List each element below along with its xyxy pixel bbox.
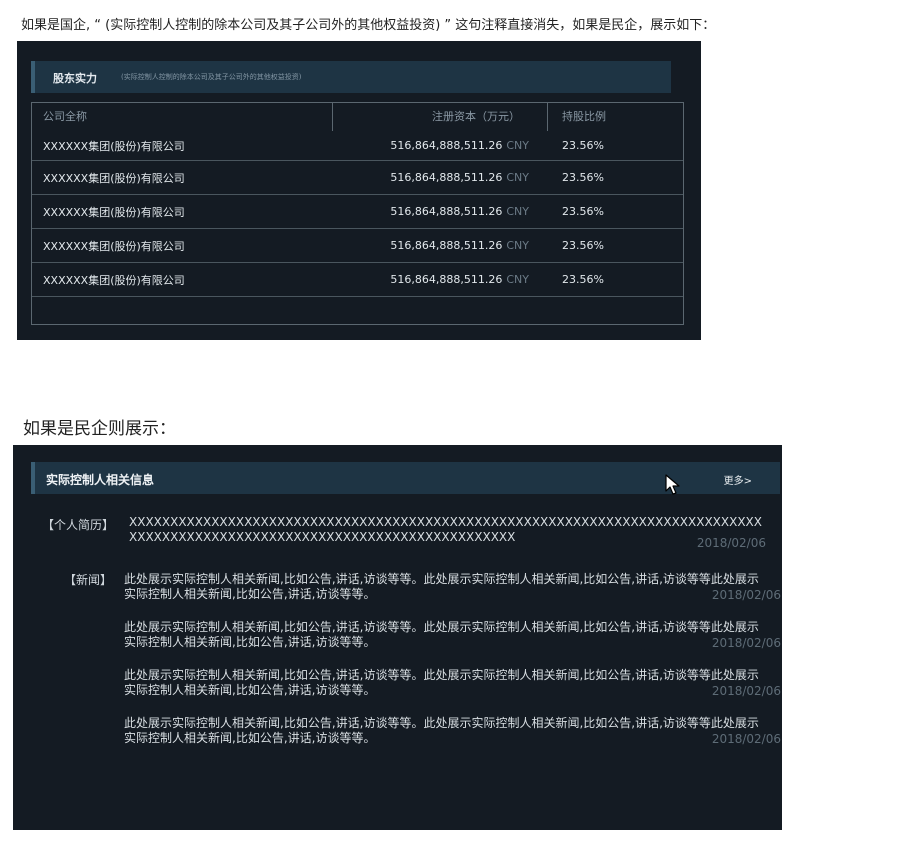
share-ratio: 23.56% [562,205,604,218]
news-item[interactable]: 此处展示实际控制人相关新闻,比如公告,讲话,访谈等等。此处展示实际控制人相关新闻… [124,572,781,604]
mouse-pointer-icon [665,474,680,495]
column-divider [547,103,548,131]
capital-currency: CNY [506,205,529,218]
news-text: 此处展示实际控制人相关新闻,比如公告,讲话,访谈等等。此处展示实际控制人相关新闻… [124,716,759,745]
bio-text: XXXXXXXXXXXXXXXXXXXXXXXXXXXXXXXXXXXXXXXX… [129,515,762,544]
registered-capital: 516,864,888,511.26 CNY [390,131,529,160]
shareholder-panel-subtitle: (实际控制人控制的除本公司及其子公司外的其他权益投资) [121,73,302,81]
news-text: 此处展示实际控制人相关新闻,比如公告,讲话,访谈等等。此处展示实际控制人相关新闻… [124,572,759,601]
registered-capital: 516,864,888,511.26 CNY [390,229,529,262]
company-name: XXXXXX集团(股份)有限公司 [43,273,185,287]
news-date: 2018/02/06 [705,684,781,699]
capital-currency: CNY [506,171,529,184]
shareholder-panel: 股东实力 (实际控制人控制的除本公司及其子公司外的其他权益投资) 公司全称 注册… [17,41,701,340]
capital-currency: CNY [506,139,529,152]
annotation-note: 如果是国企, “ (实际控制人控制的除本公司及其子公司外的其他权益投资) ” 这… [21,18,716,33]
bio-label: 【个人简历】 [42,518,115,532]
table-row: XXXXXX集团(股份)有限公司 516,864,888,511.26 CNY 2… [32,195,683,229]
shareholder-table: 公司全称 注册资本（万元） 持股比例 XXXXXX集团(股份)有限公司 516,… [31,102,684,325]
share-ratio: 23.56% [562,273,604,286]
column-header-ratio: 持股比例 [562,110,606,123]
capital-amount: 516,864,888,511.26 [390,171,503,184]
shareholder-panel-title: 股东实力 [53,72,97,85]
column-divider [332,103,333,131]
news-date: 2018/02/06 [705,636,781,651]
shareholder-panel-header: 股东实力 (实际控制人控制的除本公司及其子公司外的其他权益投资) [31,61,671,93]
table-row: XXXXXX集团(股份)有限公司 516,864,888,511.26 CNY 2… [32,131,683,161]
news-text: 此处展示实际控制人相关新闻,比如公告,讲话,访谈等等。此处展示实际控制人相关新闻… [124,668,759,697]
column-header-company: 公司全称 [43,110,87,123]
header-accent-bar [31,462,35,494]
news-date: 2018/02/06 [705,588,781,603]
header-accent-bar [31,61,35,93]
registered-capital: 516,864,888,511.26 CNY [390,263,529,296]
news-label: 【新闻】 [64,573,113,587]
capital-currency: CNY [506,239,529,252]
news-item[interactable]: 此处展示实际控制人相关新闻,比如公告,讲话,访谈等等。此处展示实际控制人相关新闻… [124,716,781,748]
capital-amount: 516,864,888,511.26 [390,239,503,252]
registered-capital: 516,864,888,511.26 CNY [390,161,529,194]
news-text: 此处展示实际控制人相关新闻,比如公告,讲话,访谈等等。此处展示实际控制人相关新闻… [124,620,759,649]
more-link[interactable]: 更多> [724,472,752,487]
registered-capital: 516,864,888,511.26 CNY [390,195,529,228]
column-header-capital: 注册资本（万元） [432,110,520,123]
share-ratio: 23.56% [562,139,604,152]
capital-currency: CNY [506,273,529,286]
section-label: 如果是民企则展示： [23,419,176,439]
capital-amount: 516,864,888,511.26 [390,273,503,286]
table-row: XXXXXX集团(股份)有限公司 516,864,888,511.26 CNY 2… [32,229,683,263]
table-row: XXXXXX集团(股份)有限公司 516,864,888,511.26 CNY 2… [32,161,683,195]
table-row: XXXXXX集团(股份)有限公司 516,864,888,511.26 CNY 2… [32,263,683,297]
company-name: XXXXXX集团(股份)有限公司 [43,205,185,219]
news-date: 2018/02/06 [705,732,781,747]
news-item[interactable]: 此处展示实际控制人相关新闻,比如公告,讲话,访谈等等。此处展示实际控制人相关新闻… [124,620,781,652]
controller-panel: 实际控制人相关信息 更多> 【个人简历】 XXXXXXXXXXXXXXXXXXX… [13,445,782,830]
share-ratio: 23.56% [562,171,604,184]
company-name: XXXXXX集团(股份)有限公司 [43,239,185,253]
company-name: XXXXXX集团(股份)有限公司 [43,171,185,185]
capital-amount: 516,864,888,511.26 [390,139,503,152]
controller-panel-title: 实际控制人相关信息 [46,473,155,487]
news-item[interactable]: 此处展示实际控制人相关新闻,比如公告,讲话,访谈等等。此处展示实际控制人相关新闻… [124,668,781,700]
share-ratio: 23.56% [562,239,604,252]
capital-amount: 516,864,888,511.26 [390,205,503,218]
company-name: XXXXXX集团(股份)有限公司 [43,139,185,153]
bio-date: 2018/02/06 [696,536,766,550]
